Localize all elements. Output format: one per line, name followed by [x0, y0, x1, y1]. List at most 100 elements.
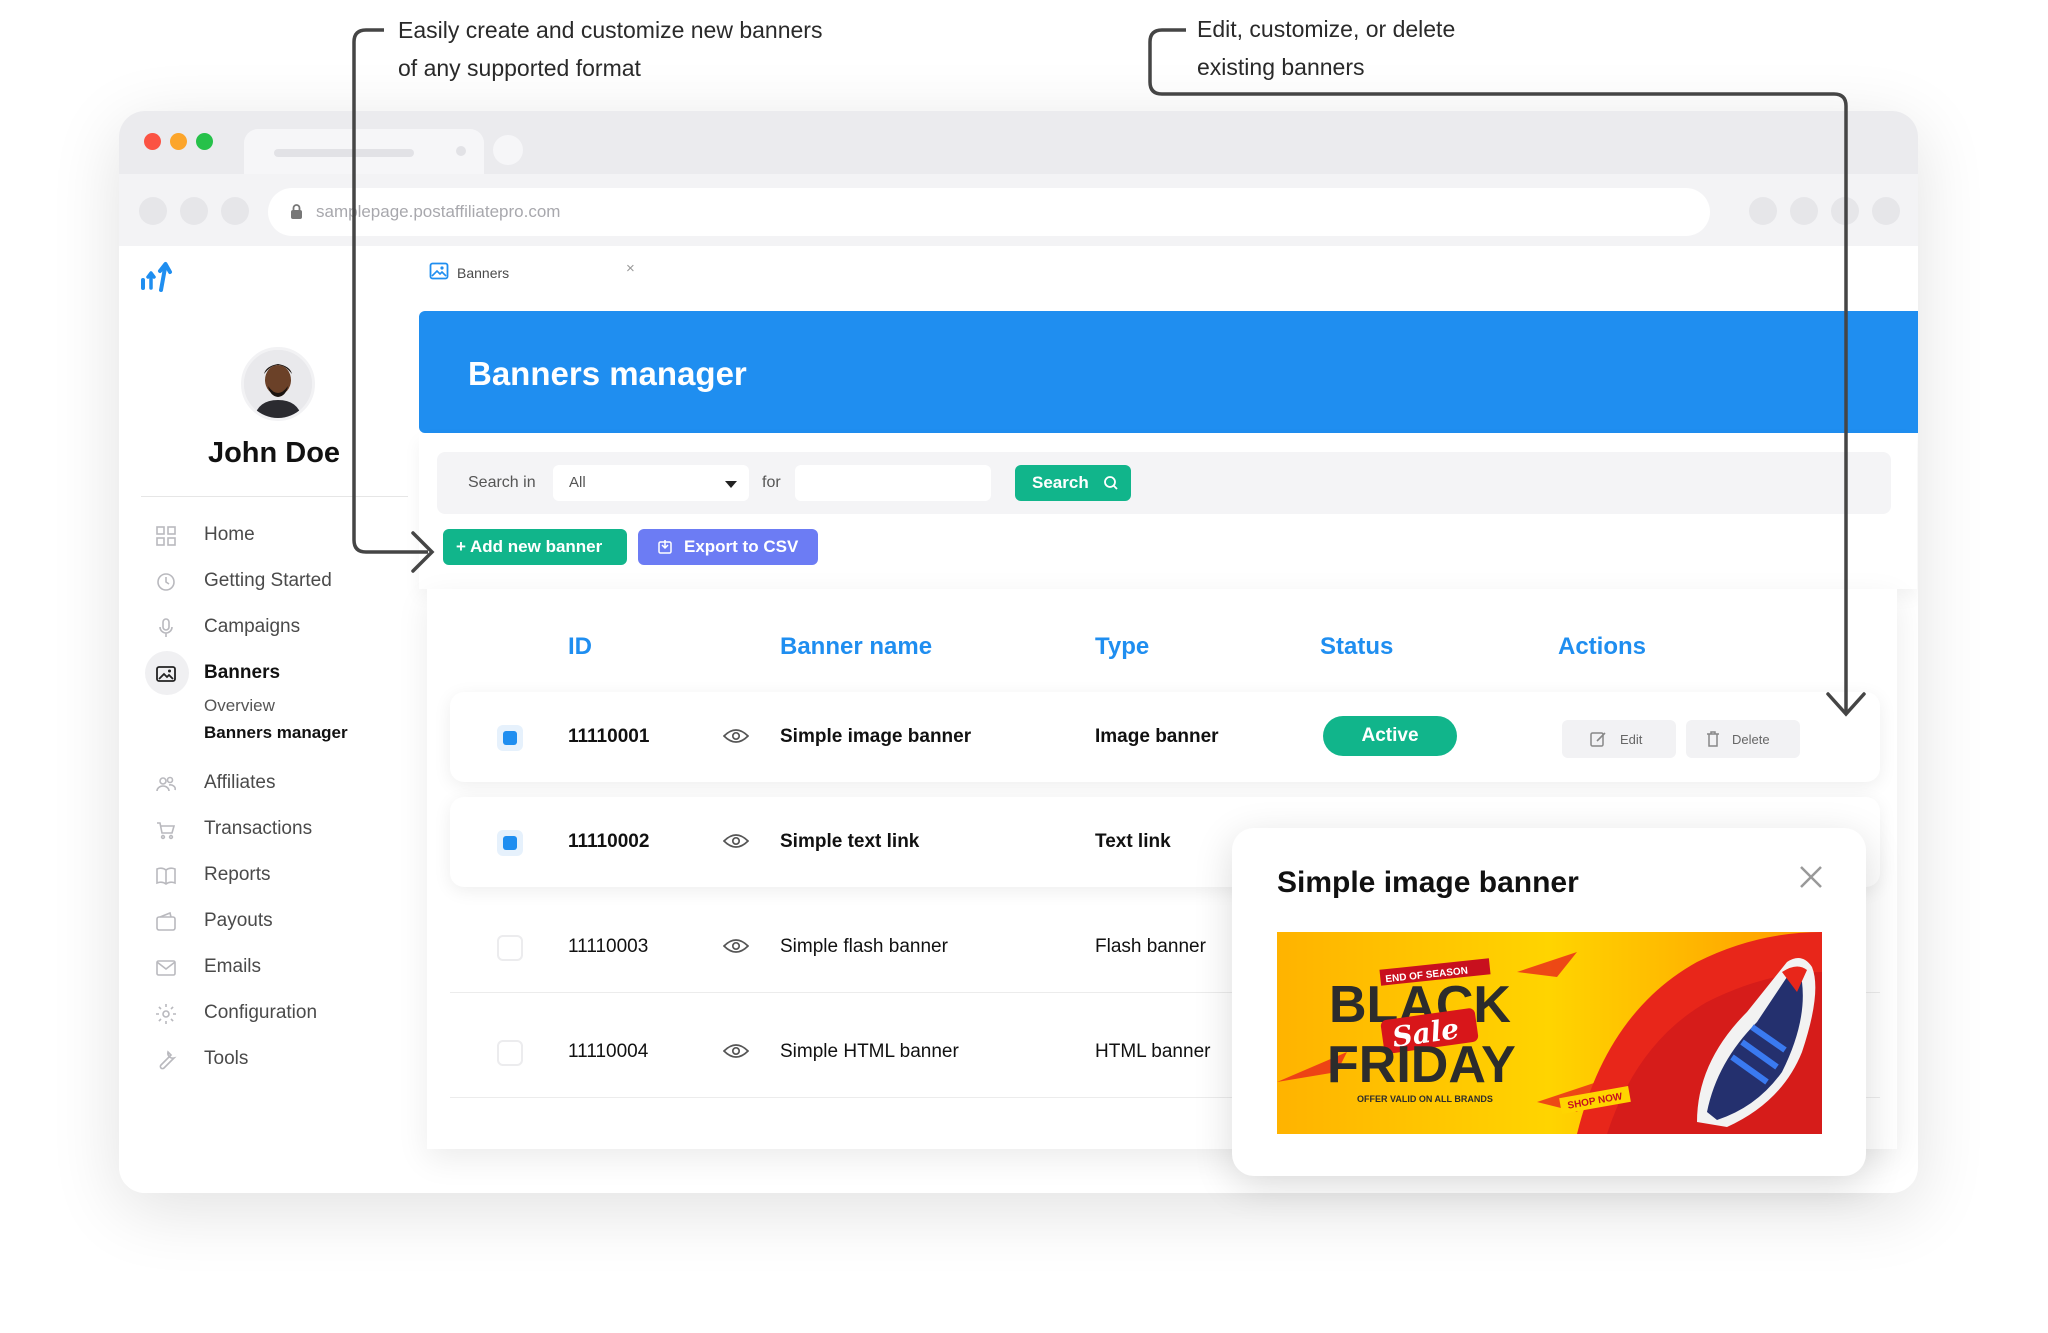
maximize-window-dot[interactable]: [196, 133, 213, 150]
sidebar-item-label: Transactions: [204, 818, 313, 839]
sidebar-item-tools[interactable]: Tools: [154, 1042, 414, 1078]
reload-button[interactable]: [221, 197, 249, 225]
sidebar-item-label: Payouts: [204, 910, 273, 931]
sidebar-item-label: Home: [204, 524, 255, 545]
modal-title: Simple image banner: [1277, 866, 1579, 899]
sidebar-item-affiliates[interactable]: Affiliates: [154, 766, 414, 802]
user-name: John Doe: [207, 437, 341, 469]
sidebar-item-campaigns[interactable]: Campaigns: [154, 610, 414, 646]
browser-toolbar: samplepage.postaffiliatepro.com: [119, 174, 1918, 246]
export-csv-label: Export to CSV: [684, 537, 799, 556]
image-icon: [429, 262, 449, 280]
add-banner-label: + Add new banner: [456, 537, 603, 556]
gear-icon: [156, 1004, 176, 1024]
search-in-select[interactable]: All: [553, 465, 749, 501]
table-row[interactable]: 11110001 Simple image banner Image banne…: [450, 692, 1880, 782]
row-banner-name: Simple image banner: [780, 726, 972, 747]
annotation-edit-line2: existing banners: [1197, 54, 1365, 80]
search-input[interactable]: [795, 465, 991, 501]
row-type: Text link: [1095, 831, 1171, 852]
sidebar-item-label: Getting Started: [204, 570, 332, 591]
column-header-type[interactable]: Type: [1095, 633, 1149, 661]
sidebar-item-getting-started[interactable]: Getting Started: [154, 564, 414, 600]
clock-icon: [157, 573, 175, 591]
export-csv-button[interactable]: Export to CSV: [638, 529, 818, 565]
avatar[interactable]: [241, 347, 315, 421]
row-type: HTML banner: [1095, 1041, 1211, 1062]
column-header-id[interactable]: ID: [568, 633, 592, 661]
annotation-create-line1: Easily create and customize new banners: [398, 17, 823, 43]
column-header-banner-name[interactable]: Banner name: [780, 633, 932, 661]
row-checkbox[interactable]: [497, 1040, 523, 1066]
row-banner-name: Simple flash banner: [780, 936, 948, 957]
edit-button[interactable]: Edit: [1562, 720, 1676, 758]
page-header: Banners manager: [419, 311, 1918, 433]
banner-preview-modal: Simple image banner END OF SEASON BLACK …: [1232, 828, 1866, 1176]
add-banner-button[interactable]: + Add new banner: [443, 529, 627, 565]
sidebar-item-payouts[interactable]: Payouts: [154, 904, 414, 940]
sidebar-item-label: Configuration: [204, 1002, 318, 1023]
app-tab-label: Banners: [457, 265, 510, 281]
back-button[interactable]: [139, 197, 167, 225]
row-type: Flash banner: [1095, 936, 1206, 957]
browser-tab-strip: [119, 111, 1918, 174]
eye-icon[interactable]: [723, 1042, 749, 1060]
search-button[interactable]: Search: [1015, 465, 1131, 501]
row-checkbox[interactable]: [497, 935, 523, 961]
status-badge: Active: [1323, 716, 1457, 756]
address-bar[interactable]: samplepage.postaffiliatepro.com: [268, 188, 1710, 236]
eye-icon[interactable]: [723, 727, 749, 745]
annotation-edit: Edit, customize, or delete existing bann…: [1197, 10, 1455, 86]
forward-button[interactable]: [180, 197, 208, 225]
mail-icon: [156, 960, 176, 976]
minimize-window-dot[interactable]: [170, 133, 187, 150]
row-id: 11110001: [568, 726, 650, 747]
image-icon: [156, 666, 176, 682]
close-icon[interactable]: [1796, 862, 1826, 892]
sidebar-item-home[interactable]: Home: [154, 518, 414, 554]
sidebar-item-banners[interactable]: Banners: [145, 651, 414, 695]
eye-icon[interactable]: [723, 937, 749, 955]
app-tab-close-icon[interactable]: ×: [626, 260, 635, 277]
edit-label: Edit: [1620, 732, 1643, 747]
search-button-label: Search: [1032, 473, 1089, 492]
extension-button-3[interactable]: [1831, 197, 1859, 225]
row-id: 11110003: [568, 936, 649, 957]
app-tab-banners[interactable]: Banners ×: [419, 246, 653, 311]
sidebar-divider: [141, 496, 408, 497]
column-header-status[interactable]: Status: [1320, 633, 1393, 661]
filter-panel: Search in All for Search + Add new banne…: [419, 433, 1917, 589]
browser-tab-close[interactable]: [456, 146, 466, 156]
annotation-create-line2: of any supported format: [398, 55, 641, 81]
sidebar-item-reports[interactable]: Reports: [154, 858, 414, 894]
sidebar-item-label: Tools: [204, 1048, 249, 1069]
row-checkbox[interactable]: [497, 830, 523, 856]
sidebar-item-configuration[interactable]: Configuration: [154, 996, 414, 1032]
row-checkbox[interactable]: [497, 725, 523, 751]
annotation-edit-line1: Edit, customize, or delete: [1197, 16, 1456, 42]
search-in-label: Search in: [468, 474, 536, 491]
sidebar: John Doe Home Getting Started Campaigns …: [119, 311, 419, 1193]
avatar-image: [244, 350, 312, 418]
sidebar-subitem-banners-manager[interactable]: Banners manager: [204, 723, 348, 743]
sidebar-subitem-overview[interactable]: Overview: [204, 696, 275, 716]
cart-icon: [157, 822, 176, 840]
search-icon: [1104, 476, 1118, 490]
new-tab-button[interactable]: [493, 135, 523, 165]
extension-button-1[interactable]: [1749, 197, 1777, 225]
browser-tab[interactable]: [244, 129, 484, 174]
eye-icon[interactable]: [723, 832, 749, 850]
sidebar-item-emails[interactable]: Emails: [154, 950, 414, 986]
search-in-value: All: [569, 474, 586, 491]
row-id: 11110004: [568, 1041, 649, 1062]
sidebar-item-label: Reports: [204, 864, 271, 885]
download-icon: [658, 540, 672, 554]
logo-icon[interactable]: [139, 258, 179, 298]
menu-button[interactable]: [1872, 197, 1900, 225]
delete-button[interactable]: Delete: [1686, 720, 1800, 758]
close-window-dot[interactable]: [144, 133, 161, 150]
extension-button-2[interactable]: [1790, 197, 1818, 225]
row-type: Image banner: [1095, 726, 1219, 747]
lock-icon: [291, 204, 302, 219]
sidebar-item-transactions[interactable]: Transactions: [154, 812, 414, 848]
